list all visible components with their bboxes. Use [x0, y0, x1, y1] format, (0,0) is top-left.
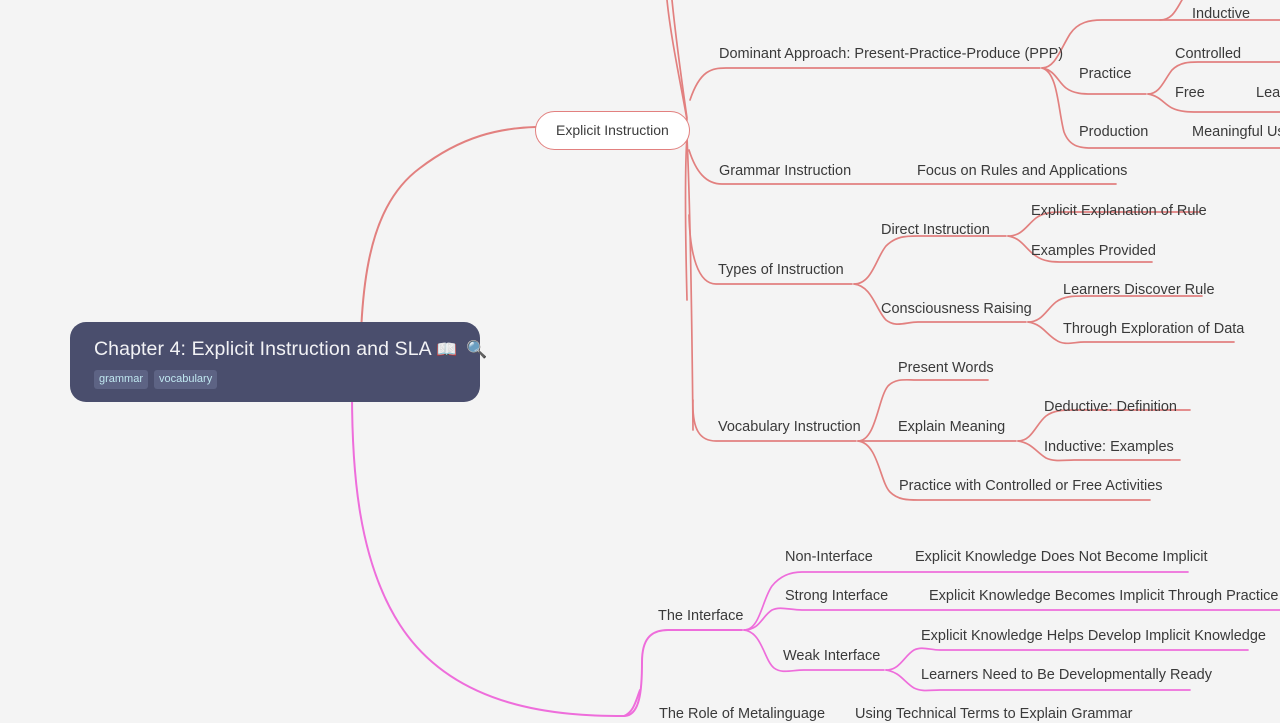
node-explicit-instruction-label: Explicit Instruction	[556, 122, 669, 138]
edge-root-to-interface	[351, 392, 625, 717]
node-the-interface[interactable]: The Interface	[658, 608, 743, 625]
node-non-interface[interactable]: Non-Interface	[785, 549, 873, 566]
node-direct-instruction[interactable]: Direct Instruction	[881, 222, 990, 239]
edge-trunk-alt-up	[666, 0, 688, 121]
node-types-of-instruction[interactable]: Types of Instruction	[718, 262, 844, 279]
node-ppp[interactable]: Dominant Approach: Present-Practice-Prod…	[719, 46, 1063, 63]
node-grammar-instruction[interactable]: Grammar Instruction	[719, 163, 851, 180]
root-tag-list: grammar vocabulary	[94, 370, 458, 389]
node-metalinguage-detail[interactable]: Using Technical Terms to Explain Grammar	[855, 706, 1132, 723]
tag-grammar[interactable]: grammar	[94, 370, 149, 389]
edge-interface-to-strong-interface	[743, 607, 1280, 631]
node-strong-interface-detail[interactable]: Explicit Knowledge Becomes Implicit Thro…	[929, 588, 1279, 605]
node-weak-interface-detail-1[interactable]: Explicit Knowledge Helps Develop Implici…	[921, 628, 1266, 645]
node-present-words[interactable]: Present Words	[898, 360, 994, 377]
edge-trunk-ppp-up	[671, 0, 688, 119]
node-inductive-examples[interactable]: Inductive: Examples	[1044, 439, 1174, 456]
node-meaningful-use-truncated[interactable]: Meaningful Us	[1192, 124, 1280, 141]
node-explicit-explanation-of-rule[interactable]: Explicit Explanation of Rule	[1031, 203, 1207, 220]
node-strong-interface[interactable]: Strong Interface	[785, 588, 888, 605]
edge-consciousness-to-learners-discover	[1027, 295, 1203, 323]
edge-ppp-underline	[689, 67, 1041, 101]
edge-inductive-up-cut	[1159, 0, 1183, 21]
root-title: Chapter 4: Explicit Instruction and SLA …	[94, 336, 487, 363]
node-inductive[interactable]: Inductive	[1192, 6, 1250, 23]
node-free[interactable]: Free	[1175, 85, 1205, 102]
node-production[interactable]: Production	[1079, 124, 1148, 141]
node-role-of-metalinguage[interactable]: The Role of Metalinguage	[659, 706, 825, 723]
node-through-exploration-of-data[interactable]: Through Exploration of Data	[1063, 321, 1244, 338]
tag-vocabulary[interactable]: vocabulary	[154, 370, 218, 389]
edge-trunk-down-a	[684, 135, 688, 301]
node-learners-discover-rule[interactable]: Learners Discover Rule	[1063, 282, 1215, 299]
edge-to-the-interface	[623, 629, 743, 717]
root-title-text: Chapter 4: Explicit Instruction and SLA	[94, 338, 431, 360]
edge-ppp-to-inductive	[1041, 19, 1280, 69]
node-weak-interface[interactable]: Weak Interface	[783, 648, 880, 665]
node-deductive-definition[interactable]: Deductive: Definition	[1044, 399, 1177, 416]
node-examples-provided[interactable]: Examples Provided	[1031, 243, 1156, 260]
edge-types-to-direct	[853, 235, 1007, 285]
node-focus-on-rules[interactable]: Focus on Rules and Applications	[917, 163, 1127, 180]
node-practice[interactable]: Practice	[1079, 66, 1131, 83]
book-and-search-icon: 📖 🔍	[436, 340, 490, 359]
node-consciousness-raising[interactable]: Consciousness Raising	[881, 301, 1032, 318]
root-node[interactable]: Chapter 4: Explicit Instruction and SLA …	[70, 322, 487, 402]
edge-trunk-down-b	[686, 137, 694, 431]
node-vocabulary-instruction[interactable]: Vocabulary Instruction	[718, 419, 861, 436]
mindmap-canvas[interactable]: Chapter 4: Explicit Instruction and SLA …	[0, 0, 1280, 723]
node-practice-with-activities[interactable]: Practice with Controlled or Free Activit…	[899, 478, 1163, 495]
node-learn-truncated[interactable]: Learn	[1256, 85, 1280, 102]
node-explain-meaning[interactable]: Explain Meaning	[898, 419, 1005, 436]
node-non-interface-detail[interactable]: Explicit Knowledge Does Not Become Impli…	[915, 549, 1208, 566]
node-explicit-instruction[interactable]: Explicit Instruction	[535, 111, 690, 150]
edge-to-metalinguage	[623, 689, 641, 717]
node-weak-interface-detail-2[interactable]: Learners Need to Be Developmentally Read…	[921, 667, 1212, 684]
node-controlled[interactable]: Controlled	[1175, 46, 1241, 63]
